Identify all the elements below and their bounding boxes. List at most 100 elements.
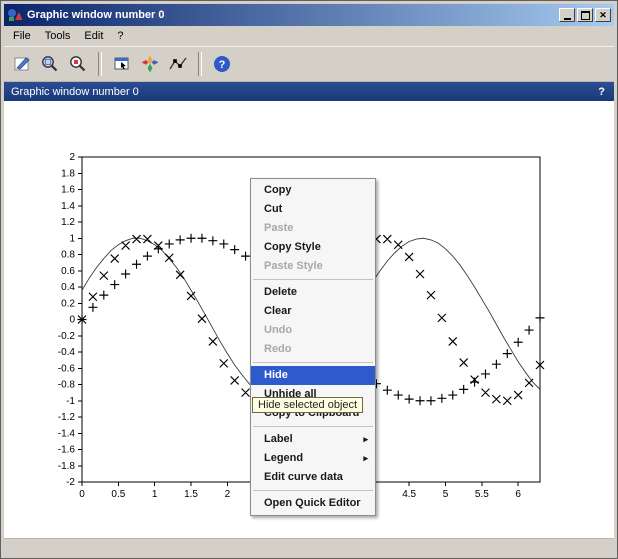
dock-title: Graphic window number 0 <box>11 86 596 98</box>
menu-item-hide[interactable]: Hide <box>251 366 375 385</box>
menu-bar: File Tools Edit ? <box>4 26 614 46</box>
title-bar[interactable]: Graphic window number 0 ✕ <box>4 4 614 26</box>
y-tick-label: -0.8 <box>58 380 76 391</box>
x-tick-label: 5.5 <box>475 489 489 500</box>
reset-zoom-button[interactable] <box>64 50 92 78</box>
y-tick-label: -1.2 <box>58 412 76 423</box>
menu-file[interactable]: File <box>6 28 38 44</box>
y-tick-label: 0.8 <box>61 250 75 261</box>
maximize-icon <box>581 11 590 20</box>
menu-separator <box>253 426 373 427</box>
submenu-arrow-icon: ▸ <box>363 430 368 449</box>
y-tick-label: -2 <box>66 477 75 488</box>
menu-item-paste-style: Paste Style <box>251 257 375 276</box>
help-icon: ? <box>212 54 232 74</box>
window-title: Graphic window number 0 <box>27 9 555 21</box>
menu-tools[interactable]: Tools <box>38 28 78 44</box>
x-tick-label: 0 <box>79 489 85 500</box>
x-tick-label: 1 <box>152 489 158 500</box>
menu-item-label: Delete <box>264 283 297 302</box>
plot-canvas[interactable]: 00.511.522.533.544.555.5621.81.61.41.210… <box>4 101 614 538</box>
menu-item-cut[interactable]: Cut <box>251 200 375 219</box>
dock-help-button[interactable]: ? <box>596 86 607 98</box>
menu-item-label: Clear <box>264 302 292 321</box>
y-tick-label: 1.2 <box>61 217 75 228</box>
menu-item-edit-curve-data[interactable]: Edit curve data <box>251 468 375 487</box>
menu-item-label: Paste Style <box>264 257 323 276</box>
menu-item-label: Open Quick Editor <box>264 494 361 513</box>
ged-icon <box>112 54 132 74</box>
menu-item-label: Edit curve data <box>264 468 343 487</box>
minimize-button[interactable] <box>559 8 575 22</box>
submenu-arrow-icon: ▸ <box>363 449 368 468</box>
datatips-button[interactable] <box>164 50 192 78</box>
y-tick-label: 0.4 <box>61 282 75 293</box>
menu-item-undo: Undo <box>251 321 375 340</box>
menu-item-label: Legend <box>264 449 303 468</box>
x-tick-label: 0.5 <box>111 489 125 500</box>
menu-item-label: Label <box>264 430 293 449</box>
y-tick-label: 1.4 <box>61 201 75 212</box>
ged-button[interactable] <box>108 50 136 78</box>
menu-item-redo: Redo <box>251 340 375 359</box>
help-button[interactable]: ? <box>208 50 236 78</box>
menu-item-delete[interactable]: Delete <box>251 283 375 302</box>
y-tick-label: -1.6 <box>58 445 76 456</box>
dock-header: Graphic window number 0 ? <box>4 82 614 101</box>
y-tick-label: -0.4 <box>58 347 76 358</box>
zoom-area-button[interactable] <box>36 50 64 78</box>
x-tick-label: 4.5 <box>402 489 416 500</box>
x-tick-label: 2 <box>225 489 231 500</box>
app-window: Graphic window number 0 ✕ File Tools Edi… <box>0 0 618 559</box>
menu-item-label: Copy <box>264 181 292 200</box>
toolbar-separator <box>198 52 202 76</box>
menu-item-copy-style[interactable]: Copy Style <box>251 238 375 257</box>
x-tick-label: 6 <box>515 489 521 500</box>
close-button[interactable]: ✕ <box>595 8 611 22</box>
menu-help[interactable]: ? <box>110 28 130 44</box>
export-icon <box>12 54 32 74</box>
menu-item-label: Hide <box>264 366 288 385</box>
menu-item-open-quick-editor[interactable]: Open Quick Editor <box>251 494 375 513</box>
window-controls: ✕ <box>559 8 611 22</box>
y-tick-label: -0.6 <box>58 363 76 374</box>
maximize-button[interactable] <box>577 8 593 22</box>
tooltip: Hide selected object <box>252 397 363 413</box>
menu-item-label[interactable]: Label ▸ <box>251 430 375 449</box>
toolbar: ? <box>4 46 614 82</box>
svg-text:?: ? <box>219 59 226 71</box>
y-tick-label: -1 <box>66 396 75 407</box>
minimize-icon <box>564 11 571 20</box>
menu-item-copy[interactable]: Copy <box>251 181 375 200</box>
menu-item-label: Cut <box>264 200 282 219</box>
y-tick-label: 1 <box>69 233 75 244</box>
menu-edit[interactable]: Edit <box>77 28 110 44</box>
y-tick-label: 0 <box>69 315 75 326</box>
y-tick-label: -1.8 <box>58 461 76 472</box>
menu-item-label: Redo <box>264 340 292 359</box>
menu-separator <box>253 490 373 491</box>
export-button[interactable] <box>8 50 36 78</box>
reset-zoom-icon <box>68 54 88 74</box>
zoom-area-icon <box>40 54 60 74</box>
figure-properties-icon <box>140 54 160 74</box>
context-menu: CopyCutPasteCopy StylePaste Style DeleteC… <box>250 178 376 516</box>
x-tick-label: 5 <box>443 489 449 500</box>
close-icon: ✕ <box>599 11 607 20</box>
menu-item-legend[interactable]: Legend ▸ <box>251 449 375 468</box>
y-tick-label: 2 <box>69 152 75 163</box>
menu-item-clear[interactable]: Clear <box>251 302 375 321</box>
y-tick-label: 1.8 <box>61 168 75 179</box>
y-tick-label: 1.6 <box>61 185 75 196</box>
toolbar-separator <box>98 52 102 76</box>
menu-item-label: Copy Style <box>264 238 321 257</box>
menu-separator <box>253 362 373 363</box>
status-bar <box>4 538 614 558</box>
menu-item-paste: Paste <box>251 219 375 238</box>
figure-properties-button[interactable] <box>136 50 164 78</box>
app-icon <box>7 7 23 23</box>
y-tick-label: 0.6 <box>61 266 75 277</box>
x-tick-label: 1.5 <box>184 489 198 500</box>
menu-separator <box>253 279 373 280</box>
datatips-icon <box>168 54 188 74</box>
